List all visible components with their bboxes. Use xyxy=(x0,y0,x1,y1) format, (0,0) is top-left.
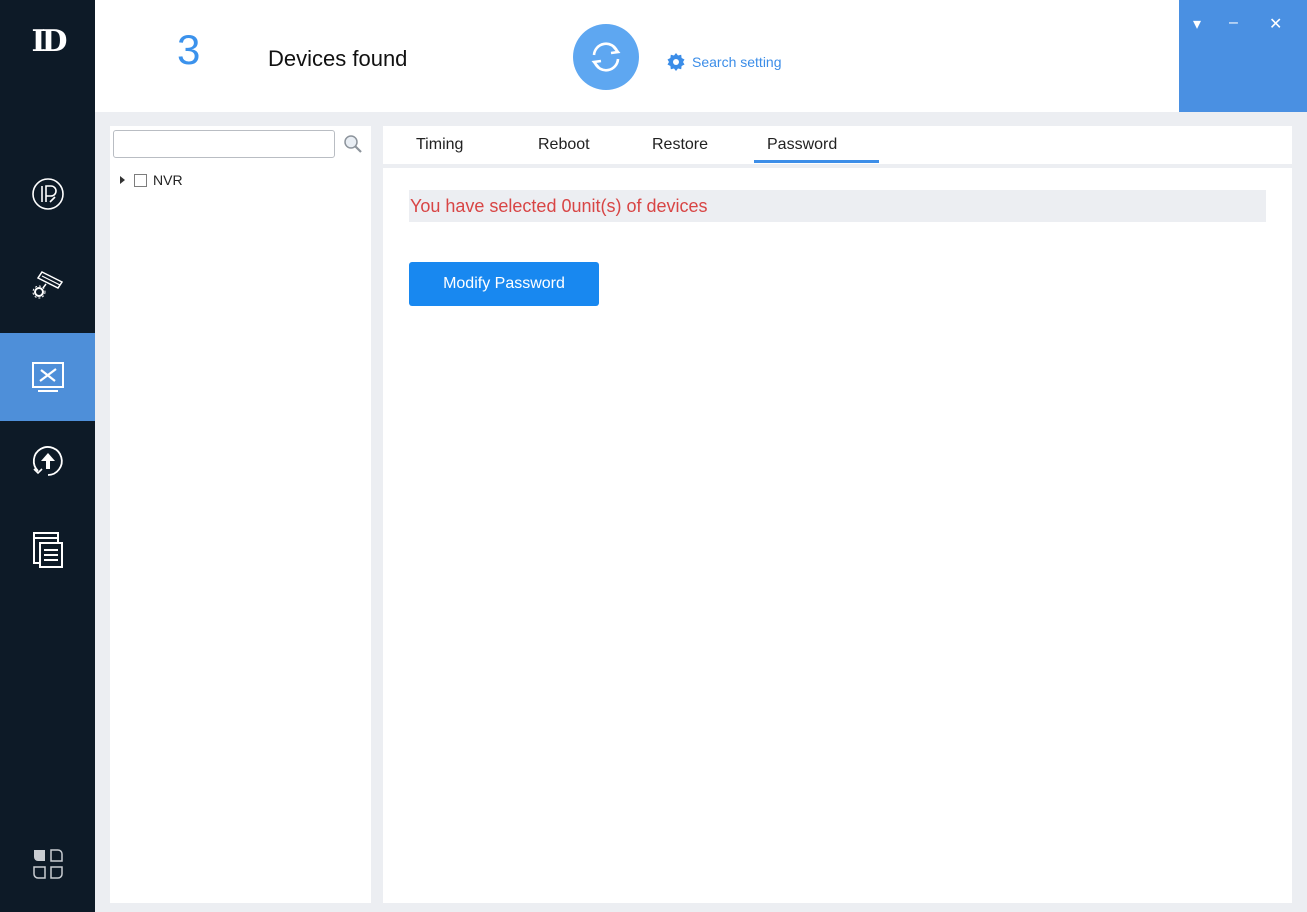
documents-icon xyxy=(32,532,63,568)
tab-restore[interactable]: Restore xyxy=(652,136,708,154)
sidebar-item-documents[interactable] xyxy=(0,505,95,593)
device-count: 3 xyxy=(177,26,201,73)
expand-arrow-icon[interactable] xyxy=(120,176,125,184)
sidebar-item-camera-settings[interactable] xyxy=(0,240,95,328)
tab-password[interactable]: Password xyxy=(767,136,837,154)
search-icon[interactable] xyxy=(343,134,363,159)
modify-password-button[interactable]: Modify Password xyxy=(409,262,599,306)
camera-settings-icon xyxy=(32,271,63,299)
tab-timing[interactable]: Timing xyxy=(416,136,463,154)
selection-notice: You have selected 0unit(s) of devices xyxy=(409,190,1266,222)
upgrade-icon xyxy=(32,446,63,476)
search-setting-link[interactable]: Search setting xyxy=(666,52,782,72)
sidebar-item-apps[interactable] xyxy=(0,820,95,908)
minimize-button[interactable]: – xyxy=(1229,14,1238,32)
menu-dropdown-icon[interactable]: ▾ xyxy=(1193,14,1201,34)
close-button[interactable]: ✕ xyxy=(1269,14,1282,34)
active-tab-indicator xyxy=(754,160,879,163)
device-search-input[interactable] xyxy=(113,130,335,158)
tab-reboot[interactable]: Reboot xyxy=(538,136,590,154)
refresh-button[interactable] xyxy=(573,24,639,90)
app-logo: ID xyxy=(31,24,67,59)
refresh-icon xyxy=(591,42,621,72)
tools-monitor-icon xyxy=(31,362,64,392)
ip-icon xyxy=(31,178,64,210)
apps-icon xyxy=(32,849,63,879)
sidebar-item-upgrade[interactable] xyxy=(0,417,95,505)
content-panel: Timing Reboot Restore Password You have … xyxy=(383,126,1292,903)
sidebar: ID xyxy=(0,0,95,912)
tree-node-nvr[interactable]: NVR xyxy=(120,172,183,188)
search-setting-label: Search setting xyxy=(692,54,782,70)
tree-node-label: NVR xyxy=(153,172,183,188)
window-controls: ▾ – ✕ xyxy=(1179,0,1307,112)
tab-bar: Timing Reboot Restore Password xyxy=(383,126,1292,168)
gear-icon xyxy=(667,53,685,71)
sidebar-item-ip[interactable] xyxy=(0,150,95,238)
devices-found-label: Devices found xyxy=(268,46,408,71)
header: 3 Devices found Search setting ▾ – ✕ xyxy=(95,0,1307,112)
sidebar-item-tools[interactable] xyxy=(0,333,95,421)
device-tree-panel: NVR xyxy=(110,126,371,903)
tree-node-checkbox[interactable] xyxy=(134,173,147,187)
